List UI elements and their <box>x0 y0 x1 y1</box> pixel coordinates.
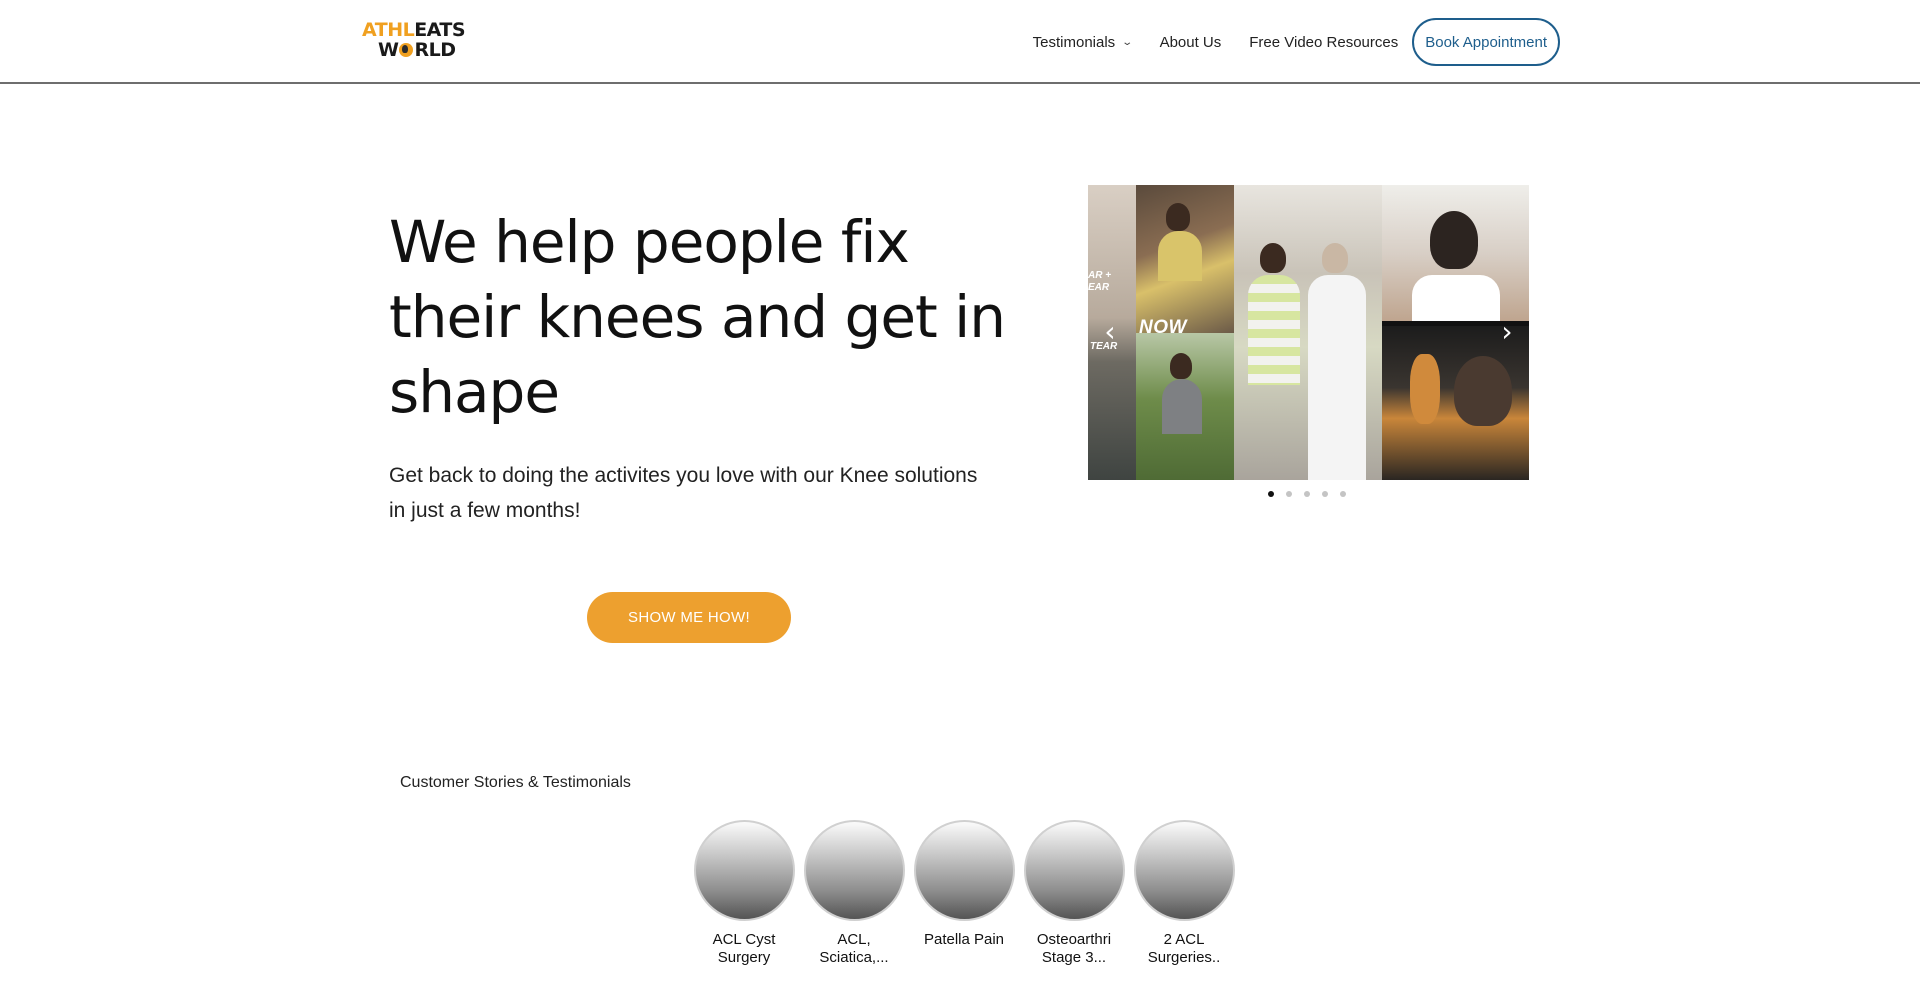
story-thumbnail[interactable] <box>1133 820 1235 921</box>
site-header: ATHLEATS W RLD Testimonials ⌄ About Us Fr… <box>0 0 1920 84</box>
person-shirt <box>1308 275 1366 480</box>
slide-image-video-call <box>1382 185 1529 321</box>
hero-title: We help people fix their knees and get i… <box>389 208 1006 426</box>
slider-dot[interactable] <box>1340 491 1346 497</box>
person-head <box>1260 243 1286 273</box>
chevron-right-icon[interactable]: › <box>1495 317 1519 347</box>
athleats-world-logo[interactable]: ATHLEATS W RLD <box>362 19 466 64</box>
chevron-left-icon[interactable]: ‹ <box>1098 317 1122 347</box>
slide-image-doctor-patient <box>1234 185 1382 480</box>
now-label: NOW <box>1139 317 1187 338</box>
logo-text-rld: RLD <box>414 39 456 61</box>
slider-dot[interactable] <box>1304 491 1310 497</box>
slide-image-before <box>1136 185 1234 333</box>
nav-about-us[interactable]: About Us <box>1160 34 1222 51</box>
story-label: ACL Cyst Surgery <box>712 931 776 966</box>
story-label: 2 ACL Surgeries.. <box>1147 931 1221 966</box>
slider-dot[interactable] <box>1286 491 1292 497</box>
story-item[interactable]: Osteoarthri Stage 3... <box>1019 820 1129 967</box>
person-head <box>1322 243 1348 273</box>
slide-image-now <box>1136 333 1234 480</box>
story-item[interactable]: ACL Cyst Surgery <box>689 820 799 967</box>
person-shirt <box>1248 275 1300 385</box>
nav-free-video-resources[interactable]: Free Video Resources <box>1249 34 1398 51</box>
story-thumbnail[interactable] <box>913 820 1015 921</box>
testimonial-image-slider[interactable]: NOW AR + EAR TEAR ‹ › <box>1088 185 1529 480</box>
logo-text-w: W <box>378 39 399 61</box>
story-thumbnail[interactable] <box>1023 820 1125 921</box>
person-head <box>1430 211 1478 269</box>
nav-testimonials-label: Testimonials <box>1032 33 1116 51</box>
logo-text-dark: EATS <box>414 19 466 41</box>
person-head <box>1170 353 1192 379</box>
person-head <box>1454 356 1512 426</box>
hero-subtitle: Get back to doing the activites you love… <box>389 464 978 522</box>
slider-dot[interactable] <box>1268 491 1274 497</box>
show-me-how-button[interactable]: SHOW ME HOW! <box>587 592 791 643</box>
story-highlights: ACL Cyst Surgery ACL, Sciatica,... Patel… <box>689 820 1239 967</box>
chevron-down-icon: ⌄ <box>1121 36 1134 48</box>
person-shirt <box>1162 379 1202 434</box>
story-label: ACL, Sciatica,... <box>819 931 889 966</box>
slider-dot[interactable] <box>1322 491 1328 497</box>
knee-model <box>1410 354 1440 424</box>
story-label: Osteoarthri Stage 3... <box>1036 931 1112 966</box>
story-item[interactable]: ACL, Sciatica,... <box>799 820 909 967</box>
person-head <box>1166 203 1190 231</box>
story-item[interactable]: Patella Pain <box>909 820 1019 967</box>
story-thumbnail[interactable] <box>693 820 795 921</box>
story-item[interactable]: 2 ACL Surgeries.. <box>1129 820 1239 967</box>
main-nav: Testimonials ⌄ About Us Free Video Resou… <box>1005 18 1560 66</box>
tear-label-top: AR + EAR <box>1088 270 1112 293</box>
slider-pagination <box>1268 491 1358 497</box>
nav-testimonials[interactable]: Testimonials ⌄ <box>1032 33 1134 51</box>
person-shirt <box>1158 231 1202 281</box>
book-appointment-button[interactable]: Book Appointment <box>1412 18 1560 66</box>
person-shirt <box>1412 275 1500 321</box>
nav-about-us-label: About Us <box>1159 33 1222 51</box>
story-thumbnail[interactable] <box>803 820 905 921</box>
logo-text-orange: ATHL <box>362 19 415 41</box>
story-label: Patella Pain <box>923 931 1005 948</box>
nav-free-video-resources-label: Free Video Resources <box>1249 33 1399 51</box>
globe-icon <box>399 43 414 57</box>
testimonials-heading: Customer Stories & Testimonials <box>400 774 631 791</box>
